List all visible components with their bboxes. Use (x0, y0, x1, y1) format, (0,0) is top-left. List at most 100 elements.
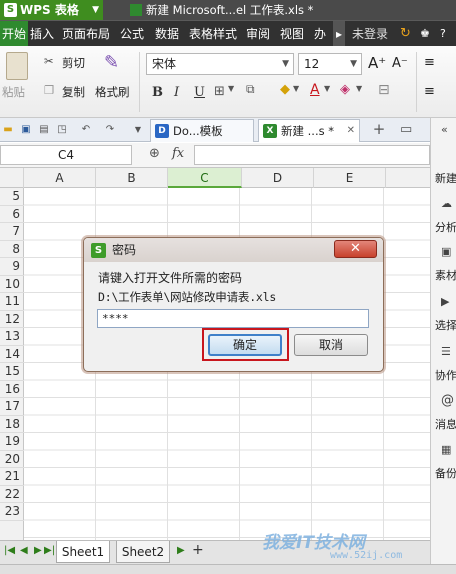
menu-review[interactable]: 审阅 (246, 21, 270, 47)
border-icon[interactable]: ⊞ (214, 84, 225, 99)
menu-view[interactable]: 视图 (280, 21, 304, 47)
italic-button[interactable]: I (174, 85, 179, 100)
column-header-a[interactable]: A (24, 168, 96, 188)
collaborate-icon[interactable]: ☰ (441, 346, 453, 358)
merge-cells-icon[interactable]: ⧉ (246, 82, 255, 97)
bold-button[interactable]: B (152, 85, 163, 100)
font-color-icon[interactable]: A (310, 82, 320, 98)
doc-tab-active-sheet[interactable]: X 新建 ...s * ✕ (258, 119, 360, 142)
name-box[interactable]: C4 (0, 145, 132, 165)
print-icon[interactable]: ▤ (38, 123, 50, 136)
chevron-down-icon[interactable]: ▼ (132, 123, 144, 136)
tab-list-icon[interactable]: ▭ (400, 123, 412, 136)
last-sheet-icon[interactable]: ▶| (44, 545, 55, 556)
undo-icon[interactable]: ↶ (80, 123, 92, 136)
underline-button[interactable]: U (194, 85, 205, 100)
select-all-corner[interactable] (0, 168, 24, 188)
format-painter-icon[interactable]: ✎ (104, 52, 119, 73)
next-sheet-icon[interactable]: ▶ (34, 545, 42, 556)
pane-backup[interactable]: 备份 (435, 465, 456, 481)
chevron-down-icon[interactable]: ▼ (228, 84, 234, 93)
row-header[interactable]: 22 (0, 486, 24, 503)
row-header[interactable]: 8 (0, 241, 24, 258)
skin-icon[interactable]: ↻ (400, 21, 411, 47)
row-header[interactable]: 6 (0, 206, 24, 223)
formula-input[interactable] (194, 145, 430, 165)
row-header[interactable]: 7 (0, 223, 24, 241)
column-header-c[interactable]: C (168, 168, 242, 188)
clear-format-icon[interactable]: ◈ (340, 82, 350, 97)
row-header[interactable]: 19 (0, 433, 24, 451)
cut-button[interactable]: 剪切 (62, 55, 85, 71)
row-header[interactable]: 10 (0, 276, 24, 293)
column-header-d[interactable]: D (242, 168, 314, 188)
save-icon[interactable]: ▣ (20, 123, 32, 136)
function-icon[interactable]: fx (172, 146, 184, 161)
copy-button[interactable]: 复制 (62, 84, 85, 100)
copy-icon[interactable]: ❐ (44, 83, 54, 97)
doc-tab-template[interactable]: D Do...模板 (150, 119, 254, 142)
row-header[interactable]: 16 (0, 381, 24, 398)
row-header[interactable]: 13 (0, 328, 24, 346)
redo-icon[interactable]: ↷ (104, 123, 116, 136)
menu-office[interactable]: 办 (314, 21, 326, 47)
help-icon[interactable]: ? (440, 21, 446, 47)
menu-insert[interactable]: 插入 (30, 21, 54, 47)
shirt-icon[interactable]: ♚ (420, 21, 430, 47)
wps-brand-button[interactable]: S WPS 表格 ▼ (0, 0, 103, 20)
align-left-icon[interactable]: ≡ (424, 84, 435, 99)
chevron-down-icon[interactable]: ▼ (324, 84, 330, 93)
align-icon[interactable]: ≡ (424, 55, 435, 70)
row-header[interactable]: 20 (0, 451, 24, 468)
font-size-select[interactable]: 12 ▼ (298, 53, 362, 75)
collapse-icon[interactable]: « (441, 124, 453, 136)
sheet-tab-2[interactable]: Sheet2 (116, 541, 170, 563)
new-tab-button[interactable]: + (372, 122, 386, 137)
menu-more-button[interactable]: ▸ (333, 21, 346, 47)
pane-select[interactable]: 选择 (435, 317, 456, 333)
menu-page-layout[interactable]: 页面布局 (62, 21, 110, 47)
increase-font-icon[interactable]: A⁺ (368, 54, 386, 72)
backup-icon[interactable]: ▦ (441, 444, 453, 456)
decrease-font-icon[interactable]: A⁻ (392, 56, 408, 71)
chevron-down-icon[interactable]: ▼ (293, 84, 299, 93)
menu-home[interactable]: 开始 (0, 21, 29, 47)
close-button[interactable]: ✕ (334, 240, 377, 258)
prev-sheet-icon[interactable]: ◀ (20, 545, 28, 556)
row-header[interactable]: 9 (0, 258, 24, 276)
analyze-icon[interactable]: ☁ (441, 198, 453, 210)
login-button[interactable]: 未登录 (352, 21, 388, 47)
paste-button[interactable]: 粘贴 (2, 84, 25, 100)
message-icon[interactable]: @ (441, 394, 454, 407)
material-icon[interactable]: ▣ (441, 246, 453, 258)
format-painter-button[interactable]: 格式刷 (95, 84, 130, 100)
menu-data[interactable]: 数据 (155, 21, 179, 47)
fill-color-icon[interactable]: ◆ (280, 82, 290, 97)
password-input[interactable]: **** (97, 309, 369, 328)
row-header[interactable]: 14 (0, 346, 24, 363)
pane-analyze[interactable]: 分析 (435, 219, 456, 235)
open-icon[interactable]: ▬ (2, 123, 14, 136)
add-sheet-button[interactable]: + (192, 542, 204, 558)
cancel-button[interactable]: 取消 (294, 334, 368, 356)
menu-formulas[interactable]: 公式 (120, 21, 144, 47)
row-header[interactable]: 17 (0, 398, 24, 416)
select-icon[interactable]: ▶ (441, 296, 453, 308)
dialog-launcher-icon[interactable]: ⊟ (378, 82, 390, 98)
paste-icon[interactable] (6, 52, 28, 80)
sheet-tab-1[interactable]: Sheet1 (56, 541, 110, 563)
pane-new[interactable]: 新建 (435, 170, 456, 186)
column-header-b[interactable]: B (96, 168, 168, 188)
pane-collaborate[interactable]: 协作 (435, 367, 456, 383)
row-header[interactable]: 12 (0, 311, 24, 328)
row-header[interactable]: 11 (0, 293, 24, 311)
ok-button[interactable]: 确定 (208, 334, 282, 356)
pane-material[interactable]: 素材 (435, 267, 456, 283)
print-preview-icon[interactable]: ◳ (56, 123, 68, 136)
menu-table-style[interactable]: 表格样式 (189, 21, 237, 47)
column-header-e[interactable]: E (314, 168, 386, 188)
chevron-down-icon[interactable]: ▼ (356, 84, 362, 93)
row-header[interactable]: 15 (0, 363, 24, 381)
first-sheet-icon[interactable]: |◀ (4, 545, 15, 556)
row-header[interactable]: 21 (0, 468, 24, 486)
